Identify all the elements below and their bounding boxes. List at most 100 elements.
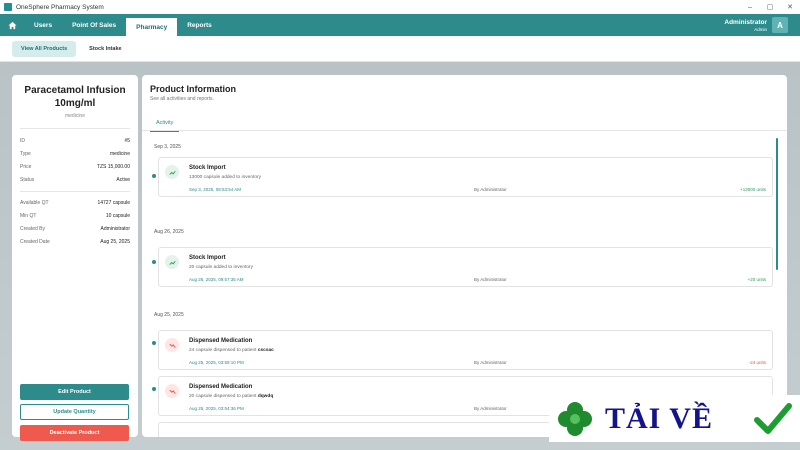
- activity-title: Dispensed Medication: [189, 384, 253, 390]
- timeline-dot: [152, 174, 156, 178]
- detail-value: TZS 15,000.00: [96, 163, 130, 170]
- activity-description-text: 13000 capsule added to inventory: [189, 175, 262, 180]
- clover-icon: [558, 401, 592, 436]
- tab-divider: [142, 130, 787, 131]
- detail-row-status: Status Active: [12, 173, 138, 186]
- activity-description-text: 20 capsule dispensed to patient: [189, 394, 258, 399]
- trending-up-icon: [165, 255, 179, 269]
- product-type-label: medicine: [64, 113, 85, 119]
- activity-datetime: Aug 25, 2025, 03:59:10 PM: [189, 360, 244, 365]
- activity-units: +20 units: [747, 277, 766, 282]
- activity-author: By Administrator: [474, 187, 507, 192]
- divider: [20, 128, 130, 129]
- activity-description: 20 capsule dispensed to patient dqwdq: [189, 394, 273, 399]
- window-controls: – ▢ ✕: [740, 0, 800, 14]
- nav-users[interactable]: Users: [24, 14, 62, 36]
- activity-author: By Administrator: [474, 277, 507, 282]
- minimize-button[interactable]: –: [740, 0, 760, 14]
- activity-datetime: Aug 26, 2025, 09:57:35 AM: [189, 277, 244, 282]
- patient-name: dqwdq: [257, 394, 274, 399]
- nav-reports[interactable]: Reports: [177, 14, 222, 36]
- activity-description-text: 20 capsule added to inventory: [189, 265, 254, 270]
- user-name: Administrator: [724, 18, 767, 26]
- window-titlebar: OneSphere Pharmacy System – ▢ ✕: [0, 0, 800, 14]
- product-information-panel: Product Information See all activities a…: [142, 75, 787, 437]
- checkmark-icon: [754, 402, 792, 434]
- user-info: Administrator Admin: [724, 19, 767, 32]
- panel-title: Product Information: [150, 84, 236, 94]
- activity-units: +13000 units: [740, 187, 766, 192]
- detail-label: Type: [20, 150, 31, 157]
- detail-row-id: ID #5: [12, 134, 138, 147]
- activity-date-heading: Aug 25, 2025: [154, 312, 184, 318]
- product-summary-panel: Paracetamol Infusion 10mg/ml medicine ID…: [12, 75, 138, 441]
- app-icon: [4, 3, 12, 11]
- detail-row-created-date: Created Date Aug 25, 2025: [12, 235, 138, 248]
- edit-product-button[interactable]: Edit Product: [20, 384, 129, 400]
- watermark-text: TẢI VỀ: [605, 401, 713, 435]
- detail-row-type: Type medicine: [12, 147, 138, 160]
- activity-description: 13000 capsule added to inventory: [189, 175, 261, 180]
- detail-value: 10 capsule: [105, 212, 130, 219]
- detail-value: Administrator: [100, 225, 130, 232]
- activity-card[interactable]: Dispensed Medication 24 capsule dispense…: [158, 330, 773, 370]
- detail-value: #5: [124, 137, 130, 144]
- activity-datetime: Sep 3, 2025, 08:53:54 AM: [189, 187, 242, 192]
- content-area: Paracetamol Infusion 10mg/ml medicine ID…: [0, 62, 800, 450]
- activity-description: 20 capsule added to inventory: [189, 265, 253, 270]
- activity-title: Dispensed Medication: [189, 338, 253, 344]
- product-name: Paracetamol Infusion 10mg/ml: [24, 85, 126, 109]
- nav-pharmacy[interactable]: Pharmacy: [126, 18, 178, 36]
- timeline-dot: [152, 341, 156, 345]
- panel-subtitle: See all activities and reports.: [150, 96, 214, 102]
- user-role: Admin: [754, 26, 767, 32]
- subnav-stock-intake[interactable]: Stock Intake: [80, 41, 130, 57]
- activity-card[interactable]: Stock Import 20 capsule added to invento…: [158, 247, 773, 287]
- nav-point-of-sales[interactable]: Point Of Sales: [62, 14, 126, 36]
- activity-card[interactable]: Stock Import 13000 capsule added to inve…: [158, 157, 773, 197]
- subnav-view-all-products[interactable]: View All Products: [12, 40, 77, 57]
- window-title: OneSphere Pharmacy System: [16, 3, 104, 11]
- activity-units: -24 units: [748, 360, 766, 365]
- stock-details: Available QT 14727 capsule Min QT 10 capsu…: [12, 196, 138, 248]
- main-nav: Users Point Of Sales Pharmacy Reports Ad…: [0, 14, 800, 36]
- detail-label: Created Date: [20, 238, 50, 245]
- activity-title: Stock Import: [189, 165, 226, 171]
- scrollbar[interactable]: [776, 138, 778, 270]
- activity-datetime: Aug 25, 2025, 03:54:36 PM: [189, 406, 244, 411]
- activity-date-heading: Sep 3, 2025: [154, 144, 181, 150]
- detail-label: ID: [20, 137, 25, 144]
- detail-row-price: Price TZS 15,000.00: [12, 160, 138, 173]
- activity-date-heading: Aug 26, 2025: [154, 229, 184, 235]
- activity-description-text: 24 capsule dispensed to patient: [189, 348, 258, 353]
- activity-description: 24 capsule dispensed to patient cscsac: [189, 348, 274, 353]
- detail-label: Available QT: [20, 199, 49, 206]
- home-button[interactable]: [0, 14, 24, 36]
- deactivate-product-button[interactable]: Deactivate Product: [20, 425, 129, 441]
- trending-down-icon: [165, 384, 179, 398]
- trending-up-icon: [165, 165, 179, 179]
- maximize-button[interactable]: ▢: [760, 0, 780, 14]
- patient-name: cscsac: [257, 348, 274, 353]
- detail-label: Status: [20, 176, 35, 183]
- trending-down-icon: [165, 338, 179, 352]
- home-icon: [7, 21, 17, 29]
- detail-value: Aug 25, 2025: [100, 238, 130, 245]
- activity-author: By Administrator: [474, 360, 507, 365]
- sub-nav: View All Products Stock Intake: [0, 36, 800, 62]
- detail-label: Created By: [20, 225, 46, 232]
- close-button[interactable]: ✕: [780, 0, 800, 14]
- update-quantity-button[interactable]: Update Quantity: [20, 404, 129, 420]
- watermark: TẢI VỀ: [549, 395, 800, 442]
- timeline-dot: [152, 387, 156, 391]
- avatar[interactable]: A: [772, 17, 788, 33]
- product-details: ID #5 Type medicine Price TZS 15,000.00 Sta…: [12, 134, 138, 186]
- activity-author: By Administrator: [474, 406, 507, 411]
- detail-row-created-by: Created By Administrator: [12, 222, 138, 235]
- activity-title: Stock Import: [189, 255, 226, 261]
- detail-value: medicine: [109, 150, 130, 157]
- status-badge: Active: [116, 176, 130, 183]
- user-menu[interactable]: Administrator Admin A: [724, 14, 800, 36]
- detail-row-available-qt: Available QT 14727 capsule: [12, 196, 138, 209]
- detail-value: 14727 capsule: [97, 199, 130, 206]
